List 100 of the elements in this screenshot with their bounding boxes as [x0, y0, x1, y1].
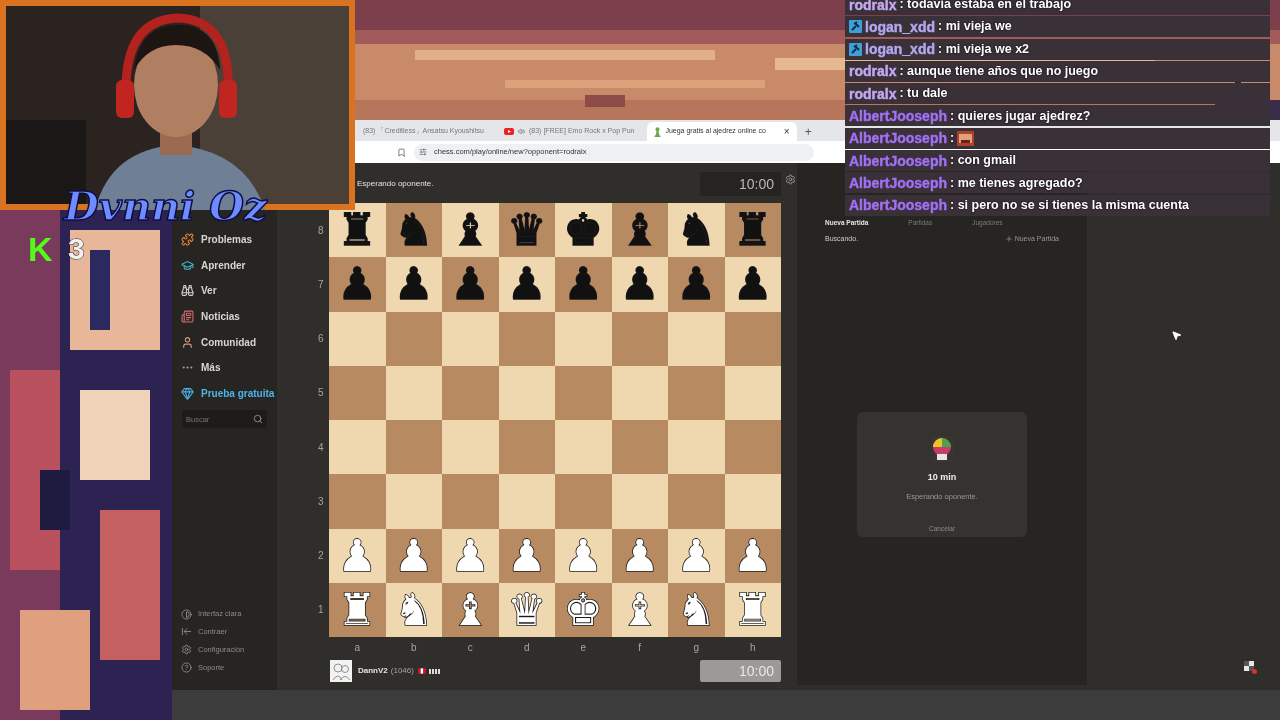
chess-icon[interactable]	[1243, 660, 1257, 674]
nav-item[interactable]: Aprender	[172, 252, 277, 279]
board-square[interactable]	[498, 365, 555, 420]
chess-piece[interactable]: ♛	[507, 208, 547, 253]
board-square[interactable]: ♟	[442, 257, 499, 312]
chess-piece[interactable]: ♟	[620, 262, 660, 307]
board-square[interactable]	[668, 365, 725, 420]
board-square[interactable]: ♜	[724, 203, 781, 258]
bookmark-icon[interactable]	[397, 147, 406, 157]
board-square[interactable]	[555, 311, 612, 366]
board-square[interactable]	[442, 365, 499, 420]
chess-piece[interactable]: ♜	[337, 208, 377, 253]
search-icon[interactable]	[253, 414, 263, 425]
chat-text: : mi vieja we	[938, 18, 1012, 36]
chat-username: rodralx	[849, 85, 897, 102]
file-label: b	[410, 640, 417, 655]
time-control: 10 min	[927, 471, 957, 485]
board-square[interactable]: ♟	[385, 257, 442, 312]
chess-piece[interactable]: ♟	[450, 262, 490, 307]
board-square[interactable]: ♛	[498, 203, 555, 258]
board-square[interactable]	[442, 474, 499, 529]
board-square[interactable]: ♝	[442, 203, 499, 258]
board-square[interactable]	[611, 311, 668, 366]
board-square[interactable]	[498, 311, 555, 366]
board-square[interactable]	[329, 420, 386, 475]
board-square[interactable]	[611, 365, 668, 420]
nav-item[interactable]: Noticias	[172, 303, 277, 330]
board-square[interactable]	[329, 311, 386, 366]
board-square[interactable]	[555, 474, 612, 529]
board-square[interactable]	[385, 474, 442, 529]
board-square[interactable]: ♟	[724, 257, 781, 312]
rank-label: 4	[318, 440, 324, 455]
board-square[interactable]	[724, 420, 781, 475]
board-square[interactable]	[498, 474, 555, 529]
chess-piece[interactable]: ♝	[450, 208, 490, 253]
board-square[interactable]	[668, 474, 725, 529]
board-square[interactable]: ♚	[555, 203, 612, 258]
rank-label: 3	[318, 494, 324, 509]
chat-username: rodralx	[849, 0, 897, 13]
board-square[interactable]	[611, 420, 668, 475]
chess-piece[interactable]: ♟	[563, 262, 603, 307]
board-square[interactable]	[724, 311, 781, 366]
chat-username: AlbertJooseph	[849, 108, 947, 124]
board-square[interactable]	[385, 365, 442, 420]
board-square[interactable]	[668, 420, 725, 475]
chess-piece[interactable]: ♟	[394, 262, 434, 307]
rank-label: 6	[318, 332, 324, 347]
chess-piece[interactable]: ♞	[394, 208, 434, 253]
chat-text: : tu dale	[899, 85, 948, 103]
file-label: g	[693, 640, 700, 655]
rank-label: 2	[318, 549, 324, 564]
diamond-icon	[181, 386, 194, 400]
board-square[interactable]	[385, 311, 442, 366]
board-square[interactable]: ♟	[668, 257, 725, 312]
chat-text: : con gmail	[950, 152, 1016, 170]
chat-text: : aunque tiene años que no juego	[899, 63, 1099, 80]
nav-item[interactable]: Prueba gratuita	[172, 380, 277, 407]
chat-username: AlbertJooseph	[849, 152, 947, 169]
board-square[interactable]: ♞	[385, 203, 442, 258]
settings-icon[interactable]	[785, 174, 796, 185]
board-square[interactable]: ♝	[611, 203, 668, 258]
chess-piece[interactable]: ♚	[563, 208, 603, 253]
board-square[interactable]	[555, 365, 612, 420]
site-settings-icon[interactable]	[419, 148, 427, 156]
clock: 10:00	[700, 660, 781, 682]
board-square[interactable]: ♟	[611, 257, 668, 312]
chess-piece[interactable]: ♟	[676, 262, 716, 307]
board-square[interactable]	[668, 311, 725, 366]
clock: 10:00	[700, 172, 781, 196]
nav-item[interactable]: Comunidad	[172, 329, 277, 355]
board-square[interactable]	[724, 474, 781, 529]
chess-piece[interactable]: ♟	[733, 262, 773, 307]
board-square[interactable]	[329, 365, 386, 420]
board-square[interactable]	[385, 420, 442, 475]
board-square[interactable]: ♞	[668, 203, 725, 258]
nav-item[interactable]: Más	[172, 354, 277, 381]
board-square[interactable]	[555, 420, 612, 475]
new-tab-button[interactable]: +	[804, 122, 812, 141]
nav-item[interactable]: Problemas	[172, 227, 277, 253]
chess-piece[interactable]: ♟	[507, 262, 547, 307]
board-square[interactable]: ♟	[498, 257, 555, 312]
nav-item[interactable]: Ver	[172, 278, 277, 304]
chess-piece[interactable]: ♟	[337, 262, 377, 307]
board-square[interactable]	[498, 420, 555, 475]
board-square[interactable]: ♟	[329, 257, 386, 312]
board-square[interactable]	[442, 420, 499, 475]
board-square[interactable]	[329, 474, 386, 529]
chat-text: : quieres jugar ajedrez?	[950, 107, 1091, 125]
collapse-icon	[181, 626, 192, 638]
board-square[interactable]	[724, 365, 781, 420]
close-tab-button[interactable]: ×	[783, 124, 790, 139]
board-square[interactable]: ♜	[329, 203, 386, 258]
chess-piece[interactable]: ♜	[733, 208, 773, 253]
chess-piece[interactable]: ♞	[676, 208, 716, 253]
board-square[interactable]	[611, 474, 668, 529]
rank-label: 5	[318, 386, 324, 401]
board-square[interactable]	[442, 311, 499, 366]
player-name[interactable]: DannV2	[358, 665, 388, 677]
chess-piece[interactable]: ♝	[620, 208, 660, 253]
board-square[interactable]: ♟	[555, 257, 612, 312]
